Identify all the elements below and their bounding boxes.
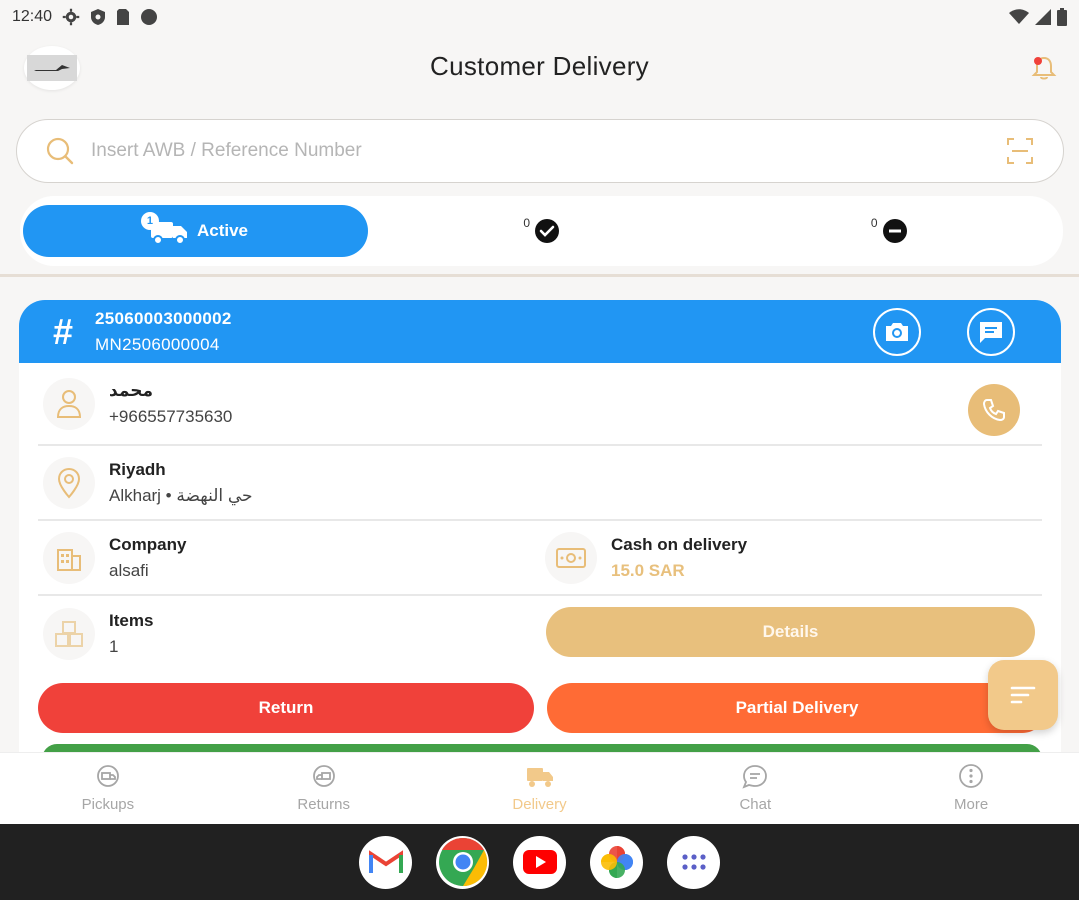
camera-icon bbox=[886, 323, 908, 341]
person-icon bbox=[43, 377, 95, 430]
settings-icon bbox=[62, 8, 80, 26]
call-button[interactable] bbox=[968, 384, 1020, 436]
shipment-header: # 25060003000002 MN2506000004 bbox=[19, 300, 1061, 363]
delivery-icon bbox=[527, 768, 554, 787]
items-label: Items bbox=[109, 610, 154, 630]
photos-app-icon[interactable] bbox=[590, 835, 643, 889]
cash-icon bbox=[545, 531, 597, 584]
chat-icon bbox=[742, 765, 768, 789]
payment-method: Cash on delivery bbox=[611, 534, 748, 554]
nav-pickups-label: Pickups bbox=[81, 796, 135, 813]
tab-active-label: Active bbox=[196, 221, 249, 240]
customer-name: محمد bbox=[109, 380, 153, 400]
search-icon bbox=[46, 137, 74, 165]
awb-search-bar[interactable] bbox=[16, 119, 1064, 183]
gmail-app-icon[interactable] bbox=[359, 835, 412, 889]
address-row: Riyadh Alkharj • حي النهضة bbox=[38, 446, 1042, 521]
active-count-badge: 1 bbox=[140, 212, 159, 230]
tab-delivered[interactable]: 0 bbox=[368, 205, 716, 257]
payment-block: Cash on delivery 15.0 SAR bbox=[540, 531, 1042, 584]
status-tabs: 1 Active 0 0 bbox=[20, 196, 1063, 266]
barcode-scan-icon[interactable] bbox=[1005, 136, 1035, 166]
nav-pickups[interactable]: Pickups bbox=[0, 753, 216, 824]
status-time: 12:40 bbox=[12, 8, 53, 25]
shipment-card: # 25060003000002 MN2506000004 محمد +9665… bbox=[19, 300, 1061, 752]
return-button[interactable]: Return bbox=[38, 683, 534, 733]
circle-status-icon bbox=[141, 9, 158, 25]
company-block: Company alsafi bbox=[38, 531, 540, 584]
filter-sort-button[interactable] bbox=[988, 660, 1058, 730]
location-pin-icon bbox=[43, 456, 95, 509]
status-bar: 12:40 bbox=[0, 0, 1079, 34]
app-drawer-icon[interactable] bbox=[667, 835, 720, 889]
cod-amount: 15.0 SAR bbox=[611, 560, 685, 580]
details-button[interactable]: Details bbox=[546, 607, 1035, 657]
items-count: 1 bbox=[109, 636, 119, 656]
delivery-truck-icon: 1 bbox=[140, 212, 191, 246]
returns-icon bbox=[312, 765, 335, 787]
pickup-icon bbox=[96, 765, 119, 787]
reference-number: MN2506000004 bbox=[95, 334, 220, 354]
nav-delivery-label: Delivery bbox=[512, 796, 567, 813]
tab-active[interactable]: 1 Active bbox=[23, 205, 368, 257]
nav-delivery[interactable]: Delivery bbox=[432, 753, 648, 824]
delivered-count: 0 bbox=[523, 216, 531, 230]
page-title: Customer Delivery bbox=[430, 51, 649, 81]
company-label: Company bbox=[109, 534, 187, 554]
company-payment-row: Company alsafi Cash on delivery 15.0 SAR bbox=[38, 521, 1042, 596]
shield-icon bbox=[91, 9, 106, 25]
nav-returns-label: Returns bbox=[297, 796, 350, 813]
app-header: Customer Delivery bbox=[0, 34, 1079, 104]
more-vertical-icon bbox=[959, 764, 983, 788]
boxes-icon bbox=[43, 607, 95, 660]
failed-count: 0 bbox=[870, 216, 878, 230]
city: Riyadh bbox=[109, 459, 166, 479]
awb-number: 25060003000002 bbox=[95, 308, 232, 328]
signal-icon bbox=[1035, 9, 1051, 25]
message-button[interactable] bbox=[967, 308, 1015, 356]
tab-failed[interactable]: 0 bbox=[716, 205, 1064, 257]
youtube-app-icon[interactable] bbox=[513, 835, 566, 889]
battery-icon bbox=[1057, 8, 1067, 26]
search-input[interactable] bbox=[91, 140, 1005, 162]
nav-more-label: More bbox=[953, 796, 989, 813]
notification-bell-icon[interactable] bbox=[1031, 54, 1057, 82]
system-dock bbox=[0, 824, 1079, 900]
minus-circle-icon bbox=[882, 219, 907, 243]
company-name: alsafi bbox=[109, 560, 149, 580]
sort-lines-icon bbox=[1010, 686, 1036, 704]
nav-chat[interactable]: Chat bbox=[647, 753, 863, 824]
phone-icon bbox=[982, 399, 1005, 422]
deliver-button[interactable] bbox=[42, 744, 1042, 752]
nav-chat-label: Chat bbox=[739, 796, 772, 813]
message-icon bbox=[980, 322, 1002, 343]
hash-icon: # bbox=[53, 310, 74, 352]
camera-button[interactable] bbox=[873, 308, 921, 356]
customer-row: محمد +966557735630 bbox=[38, 363, 1042, 446]
check-circle-icon bbox=[535, 219, 560, 243]
wifi-icon bbox=[1009, 9, 1029, 24]
nav-more[interactable]: More bbox=[863, 753, 1079, 824]
sim-card-icon bbox=[117, 9, 130, 25]
chrome-app-icon[interactable] bbox=[436, 835, 489, 889]
building-icon bbox=[43, 531, 95, 584]
tabs-divider bbox=[0, 274, 1079, 277]
area: Alkharj • حي النهضة bbox=[109, 485, 253, 505]
partial-delivery-button[interactable]: Partial Delivery bbox=[547, 683, 1047, 733]
customer-phone: +966557735630 bbox=[109, 406, 233, 426]
nav-returns[interactable]: Returns bbox=[216, 753, 432, 824]
bottom-navigation: Pickups Returns Delivery Chat More bbox=[0, 752, 1079, 824]
